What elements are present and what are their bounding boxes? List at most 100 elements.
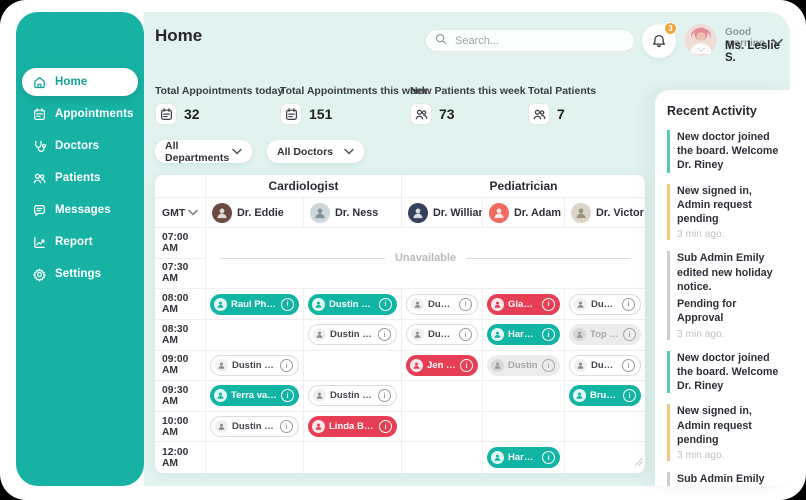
info-icon[interactable]: i: [378, 389, 391, 403]
schedule-cell[interactable]: Terra vankle... i: [206, 381, 304, 412]
activity-item[interactable]: New doctor joined the board. Welcome Dr.…: [667, 350, 780, 394]
appointment-chip[interactable]: Dustin i: [406, 293, 478, 315]
schedule-cell[interactable]: Dustin bailey i: [206, 411, 304, 443]
appointment-chip[interactable]: Dustin bailey i: [308, 385, 397, 407]
appointment-chip[interactable]: Terra vankle... i: [210, 385, 299, 407]
schedule-cell[interactable]: [565, 442, 645, 473]
filter-dropdown-all-doctors[interactable]: All Doctors: [267, 140, 364, 163]
schedule-cell[interactable]: Gladys... i: [483, 289, 565, 320]
appointment-chip[interactable]: Top Wal... i: [569, 324, 641, 346]
schedule-cell[interactable]: Linda Bond i: [304, 411, 402, 443]
info-icon[interactable]: i: [379, 297, 392, 311]
activity-timestamp: 3 min ago.: [677, 449, 725, 461]
schedule-cell[interactable]: Dustin i: [402, 289, 483, 320]
sidebar-item-messages[interactable]: Messages: [22, 196, 138, 224]
info-icon[interactable]: i: [281, 389, 294, 403]
appointment-chip[interactable]: Raul Philips i: [210, 293, 299, 315]
appointment-chip[interactable]: Linda Bond i: [308, 416, 397, 438]
appointment-chip[interactable]: Harold... i: [487, 324, 560, 346]
schedule-cell[interactable]: Harold... i: [483, 442, 565, 473]
appointment-chip[interactable]: Dustin bailey i: [308, 293, 397, 315]
appointment-chip[interactable]: Gladys... i: [487, 293, 560, 315]
activity-item[interactable]: New signed in, Admin request pending 3 mi…: [667, 183, 780, 241]
stat-label: Total Patients: [528, 85, 597, 97]
profile-chevron-down-icon[interactable]: [772, 33, 783, 51]
info-icon[interactable]: i: [622, 297, 635, 311]
search-input[interactable]: [453, 33, 625, 48]
info-icon[interactable]: i: [542, 451, 555, 465]
schedule-cell[interactable]: [206, 319, 304, 351]
patient-icon: [214, 297, 227, 311]
info-icon[interactable]: i: [623, 328, 636, 342]
sidebar-item-settings[interactable]: Settings: [22, 260, 138, 288]
info-icon[interactable]: i: [622, 358, 635, 372]
sidebar-item-doctors[interactable]: Doctors: [22, 132, 138, 160]
schedule-cell[interactable]: Jen Mat... i: [402, 350, 483, 382]
schedule-cell[interactable]: Dustin i: [402, 319, 483, 351]
appointment-chip[interactable]: Dustin bailey i: [210, 416, 299, 438]
schedule-cell[interactable]: [565, 412, 645, 443]
user-avatar[interactable]: [685, 24, 717, 56]
resize-handle-icon[interactable]: [634, 453, 643, 471]
schedule-cell[interactable]: [402, 442, 483, 473]
appointment-chip[interactable]: Bruce P. i: [569, 385, 641, 407]
sidebar-item-appointments[interactable]: Appointments: [22, 100, 138, 128]
schedule-cell[interactable]: [483, 411, 565, 443]
appointment-chip[interactable]: Harold... i: [487, 447, 560, 469]
schedule-cell[interactable]: [304, 350, 402, 382]
schedule-cell[interactable]: Top Wal... i: [565, 320, 645, 351]
sidebar-item-report[interactable]: Report: [22, 228, 138, 256]
activity-item[interactable]: Sub Admin Emily edited new holiday notic…: [667, 251, 780, 340]
info-icon[interactable]: i: [280, 358, 293, 372]
doctor-header: Dr. Adam: [483, 198, 565, 228]
info-icon[interactable]: i: [542, 358, 555, 372]
patient-icon: [491, 328, 504, 342]
filter-dropdown-all-departments[interactable]: All Departments: [155, 140, 252, 164]
info-icon[interactable]: i: [280, 420, 293, 434]
schedule-cell[interactable]: Raul Philips i: [206, 289, 304, 320]
schedule-cell[interactable]: [206, 442, 304, 473]
appointment-chip[interactable]: Dustin i: [487, 354, 560, 376]
sidebar-item-patients[interactable]: Patients: [22, 164, 138, 192]
info-icon[interactable]: i: [542, 328, 555, 342]
activity-item[interactable]: New signed in, Admin request pending 3 mi…: [667, 404, 780, 461]
schedule-cell[interactable]: Harold... i: [483, 319, 565, 351]
info-icon[interactable]: i: [378, 328, 391, 342]
info-icon[interactable]: i: [379, 420, 392, 434]
info-icon[interactable]: i: [459, 297, 472, 311]
gmt-dropdown[interactable]: GMT: [155, 198, 206, 228]
schedule-cell[interactable]: Dustin bailey i: [206, 350, 304, 382]
activity-item[interactable]: New doctor joined the board. Welcome Dr.…: [667, 130, 780, 173]
appointment-chip[interactable]: Dustin i: [406, 324, 478, 346]
info-icon[interactable]: i: [459, 328, 472, 342]
sidebar-item-home[interactable]: Home: [22, 68, 138, 96]
activity-item[interactable]: Sub Admin Emily edited new holiday notic…: [667, 471, 780, 486]
info-icon[interactable]: i: [460, 358, 473, 372]
schedule-cell[interactable]: Dustin i: [565, 351, 645, 382]
report-icon: [31, 234, 47, 250]
appointment-chip[interactable]: Jen Mat... i: [406, 354, 478, 376]
appointment-chip[interactable]: Dustin i: [569, 293, 641, 315]
schedule-cell[interactable]: Bruce P. i: [565, 381, 645, 412]
search-bar[interactable]: [425, 29, 635, 52]
patient-icon: [574, 297, 587, 311]
appointment-chip[interactable]: Dustin bailey i: [308, 324, 397, 346]
schedule-cell[interactable]: [402, 381, 483, 412]
schedule-cell[interactable]: Dustin bailey i: [304, 381, 402, 412]
schedule-cell[interactable]: Dustin i: [483, 350, 565, 382]
recent-activity-title: Recent Activity: [667, 104, 757, 118]
info-icon[interactable]: i: [623, 389, 636, 403]
schedule-cell[interactable]: [483, 381, 565, 412]
schedule-cell[interactable]: Dustin i: [565, 289, 645, 320]
schedule-cell[interactable]: Dustin bailey i: [304, 319, 402, 351]
appointment-chip[interactable]: Dustin bailey i: [210, 354, 299, 376]
info-icon[interactable]: i: [281, 297, 294, 311]
schedule-cell[interactable]: [304, 442, 402, 473]
schedule-cell[interactable]: [402, 411, 483, 443]
patient-icon: [313, 328, 326, 342]
notification-button[interactable]: 3: [642, 22, 677, 58]
schedule-cell[interactable]: Dustin bailey i: [304, 289, 402, 320]
appointment-chip[interactable]: Dustin i: [569, 354, 641, 376]
info-icon[interactable]: i: [542, 297, 555, 311]
appointment-patient-name: Bruce P.: [590, 390, 619, 402]
